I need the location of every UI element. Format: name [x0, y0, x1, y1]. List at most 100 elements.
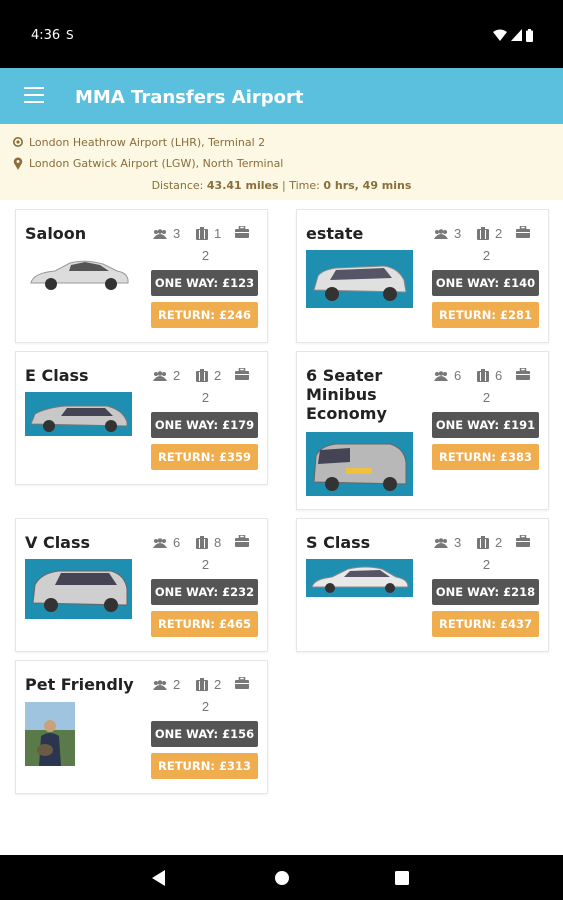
- system-navigation-bar: [0, 855, 563, 900]
- suitcase-icon: [477, 536, 489, 549]
- hand-luggage-count: 2: [482, 557, 491, 572]
- luggage-count: 2: [214, 677, 222, 692]
- vehicle-name: E Class: [25, 366, 89, 385]
- vehicle-image: [25, 559, 132, 619]
- one-way-price-button[interactable]: ONE WAY: £123: [151, 270, 258, 296]
- app-title: MMA Transfers Airport: [75, 87, 304, 108]
- one-way-price-button[interactable]: ONE WAY: £179: [151, 412, 258, 438]
- return-price-button[interactable]: RETURN: £281: [432, 302, 539, 328]
- briefcase-icon: [516, 535, 530, 547]
- sync-icon: S: [66, 28, 74, 42]
- vehicle-image: [25, 253, 132, 297]
- return-price-button[interactable]: RETURN: £246: [151, 302, 258, 328]
- suitcase-icon: [196, 369, 208, 382]
- vehicle-card-saloon[interactable]: Saloon 3 1 2 ONE WAY: £123 RETURN: £246: [15, 209, 268, 343]
- users-icon: [153, 228, 167, 239]
- users-icon: [434, 370, 448, 381]
- signal-icon: [511, 29, 522, 41]
- capacity-row: 2 2: [152, 368, 259, 384]
- capacity-row: 6 8: [152, 535, 259, 551]
- one-way-price-button[interactable]: ONE WAY: £140: [432, 270, 539, 296]
- luggage-count: 1: [214, 226, 222, 241]
- status-time: 4:36: [31, 28, 61, 43]
- hand-luggage-count: 2: [201, 248, 210, 263]
- suitcase-icon: [196, 536, 208, 549]
- return-price-button[interactable]: RETURN: £359: [151, 444, 258, 470]
- hand-luggage-count: 2: [201, 557, 210, 572]
- vehicle-image: [306, 250, 413, 308]
- passenger-count: 2: [173, 368, 181, 383]
- vehicle-name: V Class: [25, 533, 91, 552]
- users-icon: [434, 228, 448, 239]
- battery-icon: [526, 28, 533, 42]
- users-icon: [153, 679, 167, 690]
- briefcase-icon: [235, 535, 249, 547]
- recents-icon[interactable]: [395, 871, 409, 885]
- route-from-text: London Heathrow Airport (LHR), Terminal …: [29, 136, 266, 149]
- suitcase-icon: [196, 227, 208, 240]
- route-to-text: London Gatwick Airport (LGW), North Term…: [29, 157, 284, 170]
- vehicle-card-e-class[interactable]: E Class 2 2 2 ONE WAY: £179 RETURN: £359: [15, 351, 268, 485]
- map-marker-icon: [13, 136, 23, 147]
- vehicle-name: Saloon: [25, 224, 87, 243]
- return-price-button[interactable]: RETURN: £465: [151, 611, 258, 637]
- users-icon: [153, 370, 167, 381]
- passenger-count: 2: [173, 677, 181, 692]
- vehicle-card-estate[interactable]: estate 3 2 2 ONE WAY: £140 RETURN: £281: [296, 209, 549, 343]
- capacity-row: 6 6: [433, 368, 540, 384]
- vehicle-image: [306, 432, 413, 496]
- back-icon[interactable]: [152, 870, 166, 886]
- capacity-row: 3 1: [152, 226, 259, 242]
- briefcase-icon: [235, 677, 249, 689]
- briefcase-icon: [235, 226, 249, 238]
- hand-luggage-count: 2: [482, 390, 491, 405]
- status-icons: [493, 28, 533, 42]
- return-price-button[interactable]: RETURN: £437: [432, 611, 539, 637]
- wifi-icon: [493, 29, 507, 41]
- time-label: Time:: [289, 179, 320, 192]
- capacity-row: 2 2: [152, 677, 259, 693]
- passenger-count: 3: [173, 226, 181, 241]
- app-bar: MMA Transfers Airport: [0, 68, 563, 124]
- vehicle-card-s-class[interactable]: S Class 3 2 2 ONE WAY: £218 RETURN: £437: [296, 518, 549, 652]
- hand-luggage-count: 2: [482, 248, 491, 263]
- return-price-button[interactable]: RETURN: £383: [432, 444, 539, 470]
- passenger-count: 3: [454, 226, 462, 241]
- passenger-count: 6: [173, 535, 181, 550]
- home-icon[interactable]: [274, 870, 290, 886]
- suitcase-icon: [196, 678, 208, 691]
- vehicle-image: [25, 702, 75, 766]
- return-price-button[interactable]: RETURN: £313: [151, 753, 258, 779]
- route-from: London Heathrow Airport (LHR), Terminal …: [13, 136, 265, 149]
- passenger-count: 6: [454, 368, 462, 383]
- hamburger-menu-icon[interactable]: [24, 87, 44, 105]
- hand-luggage-count: 2: [201, 699, 210, 714]
- vehicle-card-pet-friendly[interactable]: Pet Friendly 2 2 2 ONE WAY: £156 RETURN:…: [15, 660, 268, 794]
- vehicle-name: S Class: [306, 533, 371, 552]
- route-summary: Distance: 43.41 miles | Time: 0 hrs, 49 …: [0, 179, 563, 192]
- distance-label: Distance:: [151, 179, 204, 192]
- suitcase-icon: [477, 227, 489, 240]
- briefcase-icon: [516, 368, 530, 380]
- one-way-price-button[interactable]: ONE WAY: £191: [432, 412, 539, 438]
- one-way-price-button[interactable]: ONE WAY: £156: [151, 721, 258, 747]
- vehicle-card-v-class[interactable]: V Class 6 8 2 ONE WAY: £232 RETURN: £465: [15, 518, 268, 652]
- capacity-row: 3 2: [433, 226, 540, 242]
- suitcase-icon: [477, 369, 489, 382]
- luggage-count: 2: [495, 226, 503, 241]
- briefcase-icon: [235, 368, 249, 380]
- briefcase-icon: [516, 226, 530, 238]
- one-way-price-button[interactable]: ONE WAY: £218: [432, 579, 539, 605]
- vehicle-image: [25, 392, 132, 436]
- vehicle-name: 6 Seater Minibus Economy: [306, 366, 387, 423]
- luggage-count: 2: [495, 535, 503, 550]
- time-value: 0 hrs, 49 mins: [323, 179, 412, 192]
- users-icon: [434, 537, 448, 548]
- vehicle-image: [306, 559, 413, 597]
- status-bar: 4:36 S: [0, 0, 563, 68]
- vehicle-card-6-seater-minibus-economy[interactable]: 6 Seater Minibus Economy 6 6 2 ONE WAY: …: [296, 351, 549, 510]
- route-to: London Gatwick Airport (LGW), North Term…: [13, 157, 283, 170]
- one-way-price-button[interactable]: ONE WAY: £232: [151, 579, 258, 605]
- passenger-count: 3: [454, 535, 462, 550]
- luggage-count: 8: [214, 535, 222, 550]
